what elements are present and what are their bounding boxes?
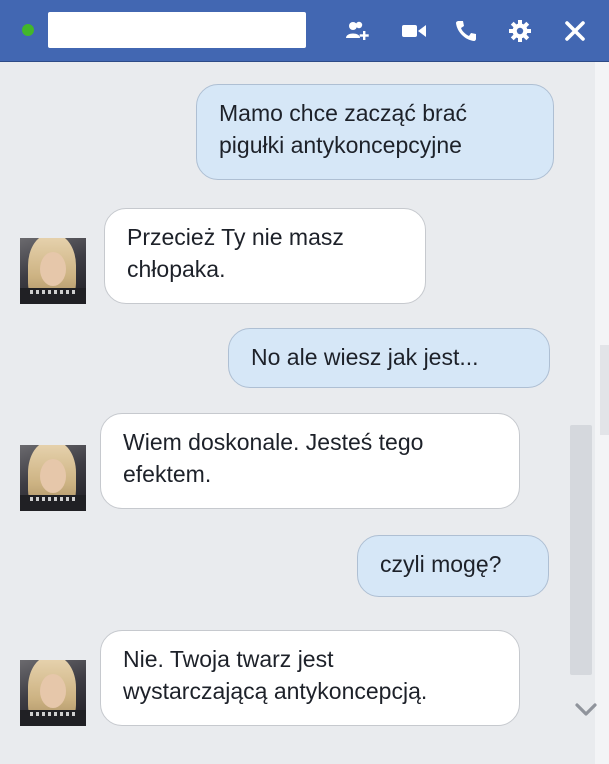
scrollbar-thumb[interactable]: [570, 425, 592, 675]
chat-header: [0, 0, 609, 62]
contact-name-field[interactable]: [48, 12, 306, 48]
online-status-indicator: [22, 24, 34, 36]
outer-scrollbar-thumb[interactable]: [600, 345, 609, 435]
message-text-line: pigułki antykoncepcyjne: [219, 132, 462, 158]
avatar[interactable]: [20, 238, 86, 304]
video-camera-icon[interactable]: [400, 17, 428, 45]
message-text-line: wystarczającą antykoncepcją.: [123, 678, 428, 704]
avatar[interactable]: [20, 660, 86, 726]
outgoing-message[interactable]: No ale wiesz jak jest...: [228, 328, 550, 388]
incoming-message[interactable]: Wiem doskonale. Jesteś tego efektem.: [100, 413, 520, 509]
outgoing-message[interactable]: czyli mogę?: [357, 535, 549, 597]
message-text-line: No ale wiesz jak jest...: [251, 344, 479, 370]
message-text-line: Przecież Ty nie masz: [127, 224, 344, 250]
message-text-line: czyli mogę?: [380, 551, 502, 577]
message-text-line: chłopaka.: [127, 256, 226, 282]
phone-icon[interactable]: [452, 17, 480, 45]
message-text-line: Wiem doskonale. Jesteś tego: [123, 429, 424, 455]
incoming-message[interactable]: Przecież Ty nie masz chłopaka.: [104, 208, 426, 304]
outgoing-message[interactable]: Mamo chce zacząć brać pigułki antykoncep…: [196, 84, 554, 180]
chevron-down-icon: [575, 703, 597, 716]
add-person-icon[interactable]: [344, 17, 372, 45]
avatar[interactable]: [20, 445, 86, 511]
message-text-line: efektem.: [123, 461, 212, 487]
gear-icon[interactable]: [506, 17, 534, 45]
message-text-line: Nie. Twoja twarz jest: [123, 646, 334, 672]
message-text-line: Mamo chce zacząć brać: [219, 100, 467, 126]
incoming-message[interactable]: Nie. Twoja twarz jest wystarczającą anty…: [100, 630, 520, 726]
scroll-down-button[interactable]: [572, 696, 600, 724]
close-icon[interactable]: [561, 17, 589, 45]
